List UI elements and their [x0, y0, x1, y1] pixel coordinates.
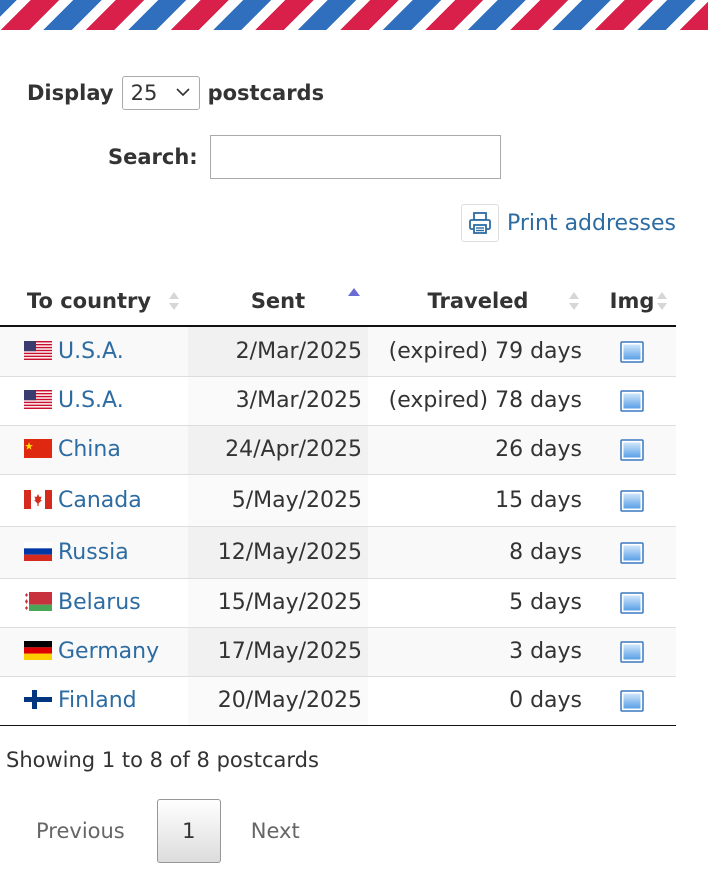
cell-traveled: (expired) 78 days	[368, 376, 588, 426]
flag-cn-icon	[24, 439, 52, 458]
page-1-button[interactable]: 1	[156, 799, 221, 863]
table-row: Germany 17/May/2025 3 days	[0, 627, 676, 677]
airmail-border	[0, 0, 708, 30]
image-icon[interactable]	[620, 489, 644, 512]
print-addresses-link[interactable]: Print addresses	[460, 204, 676, 242]
country-link[interactable]: Belarus	[58, 590, 141, 615]
table-row: U.S.A. 3/Mar/2025 (expired) 78 days	[0, 376, 676, 426]
column-header-img[interactable]: Img	[588, 276, 676, 327]
country-link[interactable]: U.S.A.	[58, 388, 124, 413]
table-row: Belarus 15/May/2025 5 days	[0, 578, 676, 628]
page-length-select[interactable]: 25	[121, 76, 200, 110]
cell-country: China	[0, 425, 188, 475]
pagination: Previous 1 Next	[36, 799, 300, 863]
table-row: China 24/Apr/2025 26 days	[0, 425, 676, 475]
sort-both-icon	[569, 292, 579, 310]
cell-traveled: 8 days	[368, 526, 588, 579]
cell-country: Germany	[0, 627, 188, 677]
cell-country: Belarus	[0, 578, 188, 628]
previous-page-button[interactable]: Previous	[36, 819, 125, 843]
cell-traveled: 0 days	[368, 676, 588, 726]
chevron-down-icon	[176, 88, 190, 97]
sort-ascending-icon	[348, 288, 360, 296]
country-link[interactable]: Russia	[58, 540, 129, 565]
table-row: Canada 5/May/2025 15 days	[0, 474, 676, 527]
cell-traveled: 3 days	[368, 627, 588, 677]
cell-img	[588, 425, 676, 475]
cell-sent: 3/Mar/2025	[188, 376, 368, 426]
length-prefix-label: Display	[27, 81, 114, 105]
cell-img	[588, 627, 676, 677]
next-page-button[interactable]: Next	[251, 819, 300, 843]
image-icon[interactable]	[620, 439, 644, 461]
flag-fi-icon	[24, 690, 52, 709]
country-link[interactable]: China	[58, 437, 121, 462]
cell-traveled: 5 days	[368, 578, 588, 628]
flag-de-icon	[24, 641, 52, 660]
cell-traveled: 15 days	[368, 474, 588, 527]
cell-img	[588, 526, 676, 579]
image-icon[interactable]	[620, 390, 644, 412]
flag-us-icon	[24, 390, 52, 409]
printer-icon[interactable]	[460, 204, 499, 242]
search-control: Search:	[108, 135, 501, 179]
cell-sent: 15/May/2025	[188, 578, 368, 628]
cell-sent: 20/May/2025	[188, 676, 368, 726]
country-link[interactable]: Finland	[58, 688, 137, 713]
print-addresses-label: Print addresses	[506, 210, 676, 236]
column-header-to-country[interactable]: To country	[0, 276, 188, 327]
column-header-sent[interactable]: Sent	[188, 276, 368, 327]
image-icon[interactable]	[620, 592, 644, 614]
table-row: U.S.A. 2/Mar/2025 (expired) 79 days	[0, 326, 676, 377]
country-link[interactable]: Canada	[58, 488, 142, 513]
table-row: Russia 12/May/2025 8 days	[0, 526, 676, 579]
length-suffix-label: postcards	[207, 81, 325, 105]
sort-both-icon	[657, 292, 667, 310]
cell-country: Russia	[0, 526, 188, 579]
cell-img	[588, 578, 676, 628]
column-header-traveled[interactable]: Traveled	[368, 276, 588, 327]
search-label: Search:	[108, 145, 198, 169]
cell-sent: 24/Apr/2025	[188, 425, 368, 475]
cell-img	[588, 474, 676, 527]
cell-img	[588, 376, 676, 426]
image-icon[interactable]	[620, 341, 644, 363]
cell-traveled: (expired) 79 days	[368, 326, 588, 377]
image-icon[interactable]	[620, 641, 644, 663]
table-info: Showing 1 to 8 of 8 postcards	[6, 748, 319, 772]
cell-country: U.S.A.	[0, 326, 188, 377]
cell-traveled: 26 days	[368, 425, 588, 475]
search-input[interactable]	[209, 135, 501, 179]
cell-sent: 2/Mar/2025	[188, 326, 368, 377]
country-link[interactable]: Germany	[58, 639, 159, 664]
flag-ru-icon	[24, 541, 52, 561]
postcards-table: To country Sent Traveled Img U.S.A. 2/Mar…	[0, 276, 676, 726]
page-length-control: Display 25 postcards	[27, 76, 324, 110]
flag-ca-icon	[24, 489, 52, 509]
flag-us-icon	[24, 340, 52, 360]
cell-country: Canada	[0, 474, 188, 527]
table-row: Finland 20/May/2025 0 days	[0, 676, 676, 726]
image-icon[interactable]	[620, 690, 644, 712]
country-link[interactable]: U.S.A.	[58, 339, 124, 364]
table-header-row: To country Sent Traveled Img	[0, 276, 676, 327]
cell-sent: 12/May/2025	[188, 526, 368, 579]
cell-sent: 17/May/2025	[188, 627, 368, 677]
sort-both-icon	[169, 292, 179, 310]
cell-sent: 5/May/2025	[188, 474, 368, 527]
cell-country: Finland	[0, 676, 188, 726]
cell-img	[588, 326, 676, 377]
image-icon[interactable]	[620, 541, 644, 564]
cell-img	[588, 676, 676, 726]
page-length-value: 25	[130, 81, 158, 105]
cell-country: U.S.A.	[0, 376, 188, 426]
flag-by-icon	[24, 592, 52, 611]
